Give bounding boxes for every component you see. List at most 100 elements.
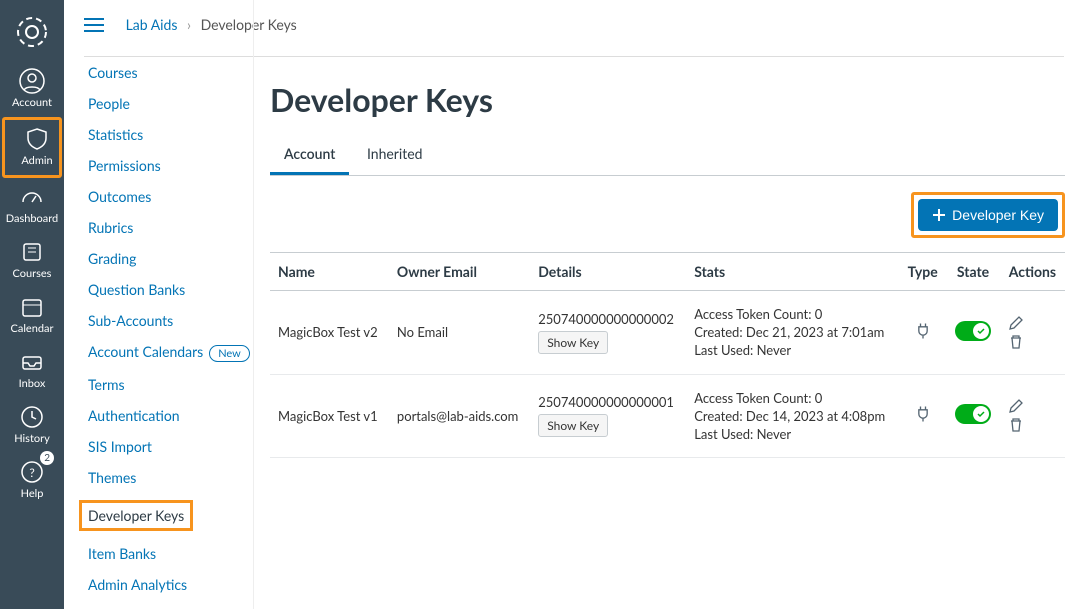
cell-state <box>946 374 999 458</box>
shield-icon <box>24 126 50 152</box>
user-icon <box>19 68 45 94</box>
context-nav-link[interactable]: Courses <box>88 64 138 81</box>
context-nav-item[interactable]: Themes <box>88 469 253 486</box>
add-developer-key-button[interactable]: Developer Key <box>918 199 1058 231</box>
keys-table: Name Owner Email Details Stats Type Stat… <box>270 252 1065 458</box>
dashboard-icon <box>19 184 45 210</box>
context-nav-link[interactable]: Authentication <box>88 407 180 424</box>
tab-account[interactable]: Account <box>270 137 349 175</box>
context-nav-link[interactable]: Developer Keys <box>88 507 184 524</box>
context-nav-item[interactable]: Statistics <box>88 126 253 143</box>
col-type: Type <box>899 253 946 291</box>
nav-admin[interactable]: Admin <box>5 120 69 175</box>
context-nav-link[interactable]: People <box>88 95 130 112</box>
cell-actions <box>1000 374 1065 458</box>
table-row: MagicBox Test v2No Email2507400000000000… <box>270 291 1065 375</box>
context-nav-link[interactable]: Question Banks <box>88 281 185 298</box>
context-nav-link[interactable]: Sub-Accounts <box>88 312 173 329</box>
nav-admin-label: Admin <box>5 154 69 167</box>
context-nav-link[interactable]: Outcomes <box>88 188 151 205</box>
tabs: Account Inherited <box>270 137 1065 176</box>
cell-actions <box>1000 291 1065 375</box>
context-nav-item[interactable]: Account Calendars New <box>88 343 253 362</box>
nav-courses[interactable]: Courses <box>0 233 64 288</box>
cell-details: 250740000000000001Show Key <box>530 374 686 458</box>
col-name: Name <box>270 253 389 291</box>
nav-inbox-label: Inbox <box>0 377 64 390</box>
history-icon <box>19 404 45 430</box>
nav-history-label: History <box>0 432 64 445</box>
inbox-icon <box>19 349 45 375</box>
cell-name: MagicBox Test v1 <box>270 374 389 458</box>
context-nav-item[interactable]: SIS Import <box>88 438 253 455</box>
col-actions: Actions <box>1000 253 1065 291</box>
context-nav-item[interactable]: Courses <box>88 64 253 81</box>
edit-icon[interactable] <box>1008 398 1024 414</box>
help-icon: ? <box>19 459 45 485</box>
context-nav-link[interactable]: Rubrics <box>88 219 133 236</box>
edit-icon[interactable] <box>1008 315 1024 331</box>
cell-name: MagicBox Test v2 <box>270 291 389 375</box>
nav-help[interactable]: 2 ? Help <box>0 453 64 508</box>
tab-inherited[interactable]: Inherited <box>353 137 437 172</box>
context-nav-item[interactable]: People <box>88 95 253 112</box>
add-key-highlight: Developer Key <box>911 192 1065 238</box>
context-nav-item[interactable]: Question Banks <box>88 281 253 298</box>
context-nav-item[interactable]: Item Banks <box>88 545 253 562</box>
context-nav-link[interactable]: Grading <box>88 250 136 267</box>
lti-plug-icon <box>913 321 933 341</box>
context-nav-link[interactable]: Item Banks <box>88 545 156 562</box>
context-nav-link[interactable]: SIS Import <box>88 438 152 455</box>
nav-inbox[interactable]: Inbox <box>0 343 64 398</box>
context-nav-link[interactable]: Statistics <box>88 126 143 143</box>
col-details: Details <box>530 253 686 291</box>
trash-icon[interactable] <box>1008 334 1024 350</box>
context-nav-link[interactable]: Account Calendars <box>88 343 203 360</box>
context-nav-link[interactable]: Permissions <box>88 157 161 174</box>
context-nav-link[interactable]: Themes <box>88 469 136 486</box>
show-key-button[interactable]: Show Key <box>538 331 608 354</box>
cell-type <box>899 291 946 375</box>
app-logo <box>12 12 52 52</box>
cell-state <box>946 291 999 375</box>
cell-email: portals@lab-aids.com <box>389 374 530 458</box>
context-nav-item[interactable]: Outcomes <box>88 188 253 205</box>
table-row: MagicBox Test v1portals@lab-aids.com2507… <box>270 374 1065 458</box>
nav-calendar[interactable]: Calendar <box>0 288 64 343</box>
nav-account[interactable]: Account <box>0 62 64 117</box>
nav-calendar-label: Calendar <box>0 322 64 335</box>
nav-courses-label: Courses <box>0 267 64 280</box>
col-state: State <box>946 253 999 291</box>
main-content: Developer Keys Account Inherited Develop… <box>270 80 1065 458</box>
nav-dashboard-label: Dashboard <box>0 212 64 225</box>
context-nav-item[interactable]: Admin Analytics <box>88 576 253 593</box>
nav-history[interactable]: History <box>0 398 64 453</box>
context-nav-item[interactable]: Authentication <box>88 407 253 424</box>
context-nav: Courses People Statistics Permissions Outcom… <box>64 0 254 609</box>
plus-icon <box>932 208 946 222</box>
page-title: Developer Keys <box>270 80 1065 119</box>
context-nav-link[interactable]: Admin Analytics <box>88 576 187 593</box>
nav-dashboard[interactable]: Dashboard <box>0 178 64 233</box>
nav-account-label: Account <box>0 96 64 109</box>
context-nav-item[interactable]: Rubrics <box>88 219 253 236</box>
show-key-button[interactable]: Show Key <box>538 414 608 437</box>
col-stats: Stats <box>686 253 899 291</box>
context-nav-item[interactable]: Grading <box>88 250 253 267</box>
context-nav-item[interactable]: Permissions <box>88 157 253 174</box>
state-toggle[interactable] <box>955 321 991 341</box>
context-nav-item[interactable]: Terms <box>88 376 253 393</box>
nav-help-label: Help <box>0 487 64 500</box>
lti-plug-icon <box>913 404 933 424</box>
col-email: Owner Email <box>389 253 530 291</box>
context-nav-item[interactable]: Developer Keys <box>79 500 193 531</box>
new-pill: New <box>209 345 250 362</box>
cell-details: 250740000000000002Show Key <box>530 291 686 375</box>
svg-text:?: ? <box>29 465 34 480</box>
trash-icon[interactable] <box>1008 417 1024 433</box>
state-toggle[interactable] <box>955 404 991 424</box>
context-nav-link[interactable]: Terms <box>88 376 125 393</box>
calendar-icon <box>19 294 45 320</box>
global-nav: Account Admin Dashboard Courses Calendar… <box>0 0 64 609</box>
context-nav-item[interactable]: Sub-Accounts <box>88 312 253 329</box>
